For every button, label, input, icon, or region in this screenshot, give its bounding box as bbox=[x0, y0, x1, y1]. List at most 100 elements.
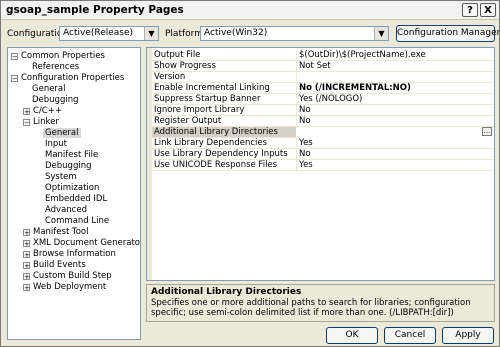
tree-item-linker-debugging[interactable]: Debugging bbox=[45, 161, 92, 172]
tree-item-label: Build Events bbox=[33, 260, 86, 270]
expand-icon[interactable]: + bbox=[23, 108, 30, 116]
collapse-icon[interactable]: − bbox=[23, 119, 30, 127]
property-value[interactable]: No bbox=[299, 105, 311, 116]
property-value[interactable]: $(OutDir)\$(ProjectName).exe bbox=[299, 50, 426, 61]
property-value[interactable]: No bbox=[299, 149, 311, 160]
chevron-down-icon[interactable]: ▼ bbox=[374, 27, 388, 40]
property-name: Use UNICODE Response Files bbox=[154, 160, 278, 170]
property-row-use-library-dependency-inputs[interactable]: Use Library Dependency Inputs No bbox=[152, 149, 494, 160]
property-value[interactable]: No bbox=[299, 116, 311, 127]
property-name: Use Library Dependency Inputs bbox=[154, 149, 288, 159]
expand-icon[interactable]: + bbox=[23, 273, 30, 281]
ok-button[interactable]: OK bbox=[326, 327, 378, 344]
tree-item-label: Debugging bbox=[45, 161, 92, 171]
property-name: Version bbox=[154, 72, 186, 82]
property-name: Additional Library Directories bbox=[154, 127, 278, 137]
property-row-show-progress[interactable]: Show Progress Not Set bbox=[152, 61, 494, 72]
expand-icon[interactable]: + bbox=[23, 251, 30, 259]
tree-item-linker-manifest-file[interactable]: Manifest File bbox=[45, 150, 98, 161]
tree-item-label: Embedded IDL bbox=[45, 194, 108, 204]
tree-item-manifest-tool[interactable]: + Manifest Tool bbox=[23, 227, 89, 238]
apply-button[interactable]: Apply bbox=[442, 327, 494, 344]
platform-value: Active(Win32) bbox=[204, 28, 268, 38]
tree-item-linker-system[interactable]: System bbox=[45, 172, 77, 183]
property-value[interactable]: Yes bbox=[299, 138, 313, 149]
chevron-down-icon[interactable]: ▼ bbox=[144, 27, 158, 40]
tree-item-cpp[interactable]: + C/C++ bbox=[23, 106, 62, 117]
tree-item-linker-input[interactable]: Input bbox=[45, 139, 67, 150]
ellipsis-button[interactable]: ... bbox=[482, 127, 492, 136]
tree-item-linker[interactable]: − Linker bbox=[23, 117, 59, 128]
tree-item-label: Optimization bbox=[45, 183, 100, 193]
tree-item-label: Web Deployment bbox=[33, 282, 107, 292]
tree-item-linker-command-line[interactable]: Command Line bbox=[45, 216, 109, 227]
help-button[interactable]: ? bbox=[462, 3, 478, 17]
property-name: Ignore Import Library bbox=[154, 105, 245, 115]
property-tree: − Common Properties References − Configura… bbox=[7, 47, 141, 340]
property-row-output-file[interactable]: Output File $(OutDir)\$(ProjectName).exe bbox=[152, 50, 494, 61]
tree-item-label: Browse Information bbox=[33, 249, 116, 259]
window-title: gsoap_sample Property Pages bbox=[6, 4, 184, 16]
collapse-icon[interactable]: − bbox=[11, 75, 18, 83]
tree-item-label: Advanced bbox=[45, 205, 87, 215]
tree-item-label: Common Properties bbox=[21, 51, 105, 61]
tree-item-linker-advanced[interactable]: Advanced bbox=[45, 205, 87, 216]
close-button[interactable]: X bbox=[480, 3, 496, 17]
tree-item-label: Input bbox=[45, 139, 68, 149]
tree-item-label: Command Line bbox=[45, 216, 110, 226]
tree-item-configuration-properties[interactable]: − Configuration Properties bbox=[11, 73, 124, 84]
tree-item-label: System bbox=[45, 172, 77, 182]
property-row-use-unicode-response-files[interactable]: Use UNICODE Response Files Yes bbox=[152, 160, 494, 171]
property-row-suppress-startup-banner[interactable]: Suppress Startup Banner Yes (/NOLOGO) bbox=[152, 94, 494, 105]
tree-item-linker-embedded-idl[interactable]: Embedded IDL bbox=[45, 194, 107, 205]
description-title: Additional Library Directories bbox=[151, 287, 302, 297]
property-row-additional-library-directories[interactable]: Additional Library Directories... bbox=[152, 127, 494, 138]
tree-item-label: XML Document Generator bbox=[33, 238, 141, 248]
tree-item-web-deployment[interactable]: + Web Deployment bbox=[23, 282, 106, 293]
tree-item-general[interactable]: General bbox=[32, 84, 66, 95]
description-text: Specifies one or more additional paths t… bbox=[151, 298, 471, 318]
tree-item-debugging[interactable]: Debugging bbox=[32, 95, 79, 106]
expand-icon[interactable]: + bbox=[23, 262, 30, 270]
property-pages-window: gsoap_sample Property Pages ? X Configur… bbox=[0, 0, 500, 347]
tree-item-label: Configuration Properties bbox=[21, 73, 125, 83]
description-panel: Additional Library Directories Specifies… bbox=[146, 284, 495, 322]
cancel-button[interactable]: Cancel bbox=[384, 327, 436, 344]
property-value[interactable]: Yes bbox=[299, 160, 313, 171]
tree-item-xml-document-generator[interactable]: + XML Document Generator bbox=[23, 238, 141, 249]
property-value[interactable]: No (/INCREMENTAL:NO) bbox=[299, 83, 411, 94]
tree-item-label: Linker bbox=[33, 117, 59, 127]
property-row-enable-incremental-linking[interactable]: Enable Incremental Linking No (/INCREMENT… bbox=[152, 83, 494, 94]
tree-item-common-properties[interactable]: − Common Properties bbox=[11, 51, 105, 62]
property-row-version[interactable]: Version bbox=[152, 72, 494, 83]
tree-item-label: Debugging bbox=[32, 95, 79, 105]
tree-item-browse-information[interactable]: + Browse Information bbox=[23, 249, 116, 260]
tree-item-build-events[interactable]: + Build Events bbox=[23, 260, 86, 271]
property-grid: Output File $(OutDir)\$(ProjectName).exe … bbox=[146, 47, 495, 281]
property-row-link-library-dependencies[interactable]: Link Library Dependencies Yes bbox=[152, 138, 494, 149]
tree-item-linker-general[interactable]: General bbox=[43, 128, 81, 139]
configuration-manager-button[interactable]: Configuration Manager... bbox=[396, 25, 500, 42]
property-value[interactable]: Not Set bbox=[299, 61, 331, 72]
property-name: Enable Incremental Linking bbox=[154, 83, 270, 93]
expand-icon[interactable]: + bbox=[23, 229, 30, 237]
property-name: Register Output bbox=[154, 116, 222, 126]
tree-item-label: General bbox=[32, 84, 66, 94]
configuration-value: Active(Release) bbox=[63, 28, 134, 38]
expand-icon[interactable]: + bbox=[23, 240, 30, 248]
tree-item-label: General bbox=[43, 128, 81, 138]
tree-item-custom-build-step[interactable]: + Custom Build Step bbox=[23, 271, 112, 282]
platform-select[interactable]: Active(Win32) ▼ bbox=[200, 26, 389, 41]
property-name: Link Library Dependencies bbox=[154, 138, 268, 148]
tree-item-label: References bbox=[32, 62, 80, 72]
property-row-register-output[interactable]: Register Output No bbox=[152, 116, 494, 127]
configuration-select[interactable]: Active(Release) ▼ bbox=[59, 26, 159, 41]
property-value[interactable]: Yes (/NOLOGO) bbox=[299, 94, 362, 105]
property-name: Output File bbox=[154, 50, 201, 60]
property-row-ignore-import-library[interactable]: Ignore Import Library No bbox=[152, 105, 494, 116]
tree-item-references[interactable]: References bbox=[32, 62, 79, 73]
expand-icon[interactable]: + bbox=[23, 284, 30, 292]
tree-item-linker-optimization[interactable]: Optimization bbox=[45, 183, 99, 194]
collapse-icon[interactable]: − bbox=[11, 53, 18, 61]
property-value[interactable] bbox=[297, 127, 494, 138]
